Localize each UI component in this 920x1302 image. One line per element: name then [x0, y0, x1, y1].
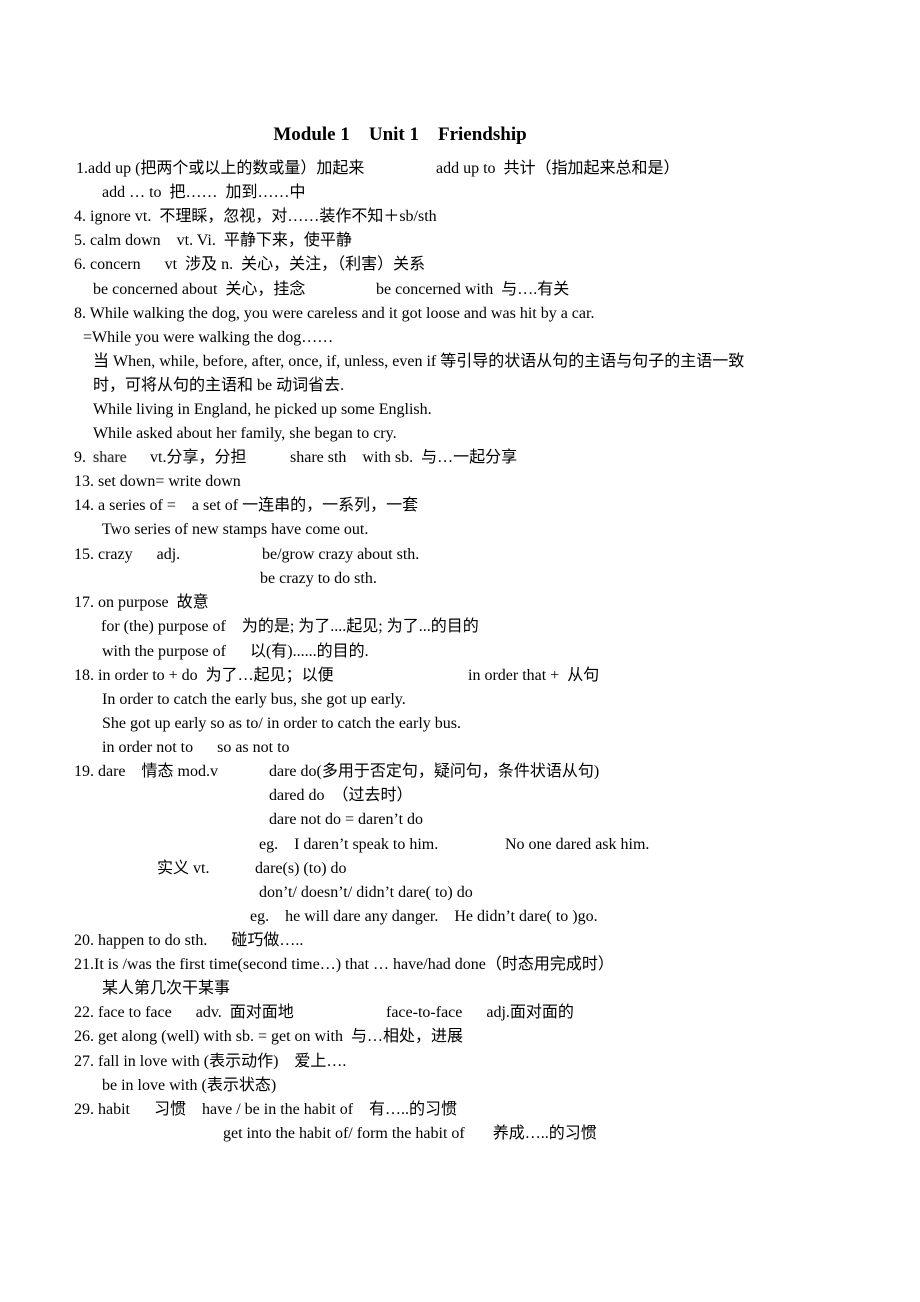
text-line: eg. I daren’t speak to him.	[259, 836, 439, 853]
text-line: 29. habit 习惯 have / be in the habit of 有…	[74, 1101, 458, 1118]
text-line: 某人第几次干某事	[102, 980, 231, 997]
text-line: In order to catch the early bus, she got…	[102, 691, 406, 708]
text-line: in order not to so as not to	[102, 739, 290, 756]
text-line: for (the) purpose of 为的是; 为了....起见; 为了..…	[101, 618, 479, 635]
text-line: 5. calm down vt. Vi. 平静下来，使平静	[74, 232, 352, 249]
text-line: 18. in order to + do 为了…起见；以便	[74, 667, 334, 684]
text-line: be concerned with 与….有关	[376, 281, 570, 298]
text-line: be concerned about 关心，挂念	[93, 281, 306, 298]
text-line: 实义 vt.	[157, 860, 210, 877]
text-line: be crazy to do sth.	[260, 570, 377, 587]
text-line: 17. on purpose 故意	[74, 594, 209, 611]
text-line: She got up early so as to/ in order to c…	[102, 715, 462, 732]
text-line: share	[93, 449, 127, 466]
text-line: 14. a series of = a set of 一连串的，一系列，一套	[74, 497, 419, 514]
text-line: 27. fall in love with (表示动作) 爱上….	[74, 1053, 347, 1070]
text-line: don’t/ doesn’t/ didn’t dare( to) do	[259, 884, 473, 901]
text-line: 19. dare 情态 mod.v	[74, 763, 218, 780]
text-line: dared do （过去时）	[269, 787, 413, 804]
text-line: add up to 共计（指加起来总和是）	[436, 160, 680, 177]
text-line: 13. set down= write down	[74, 473, 241, 490]
text-line: No one dared ask him.	[505, 836, 650, 853]
text-line: 当 When, while, before, after, once, if, …	[93, 353, 745, 370]
text-line: 6. concern vt 涉及 n. 关心，关注，（利害）关系	[74, 256, 426, 273]
text-line: dare do(多用于否定句，疑问句，条件状语从句)	[269, 763, 600, 780]
text-line: =While you were walking the dog……	[83, 329, 334, 346]
page-title: Module 1 Unit 1 Friendship	[273, 124, 527, 145]
text-line: face-to-face adj.面对面的	[386, 1004, 574, 1021]
text-line: in order that + 从句	[468, 667, 600, 684]
text-line: vt.分享，分担	[150, 449, 247, 466]
text-line: get into the habit of/ form the habit of…	[223, 1125, 597, 1142]
text-line: dare not do = daren’t do	[269, 811, 424, 828]
text-line: 时，可将从句的主语和 be 动词省去.	[93, 377, 345, 394]
text-line: 9.	[74, 449, 90, 466]
text-line: share sth with sb. 与…一起分享	[290, 449, 518, 466]
text-line: 26. get along (well) with sb. = get on w…	[74, 1028, 463, 1045]
text-line: Two series of new stamps have come out.	[102, 521, 369, 538]
text-line: While living in England, he picked up so…	[93, 401, 432, 418]
text-line: 4. ignore vt. 不理睬，忽视，对……装作不知＋sb/sth	[74, 208, 437, 225]
text-line: While asked about her family, she began …	[93, 425, 397, 442]
text-line: add … to 把…… 加到……中	[102, 184, 306, 201]
text-line: 15. crazy adj.	[74, 546, 181, 563]
text-line: with the purpose of 以(有)......的目的.	[102, 643, 369, 660]
text-line: 20. happen to do sth. 碰巧做…..	[74, 932, 304, 949]
text-line: be/grow crazy about sth.	[262, 546, 420, 563]
text-line: 8. While walking the dog, you were carel…	[74, 305, 595, 322]
text-line: be in love with (表示状态)	[102, 1077, 277, 1094]
text-line: dare(s) (to) do	[255, 860, 347, 877]
text-line: 21.It is /was the first time(second time…	[74, 956, 614, 973]
text-line: eg. he will dare any danger. He didn’t d…	[250, 908, 598, 925]
text-line: 22. face to face adv. 面对面地	[74, 1004, 294, 1021]
text-line: 1.add up (把两个或以上的数或量）加起来	[76, 160, 365, 177]
